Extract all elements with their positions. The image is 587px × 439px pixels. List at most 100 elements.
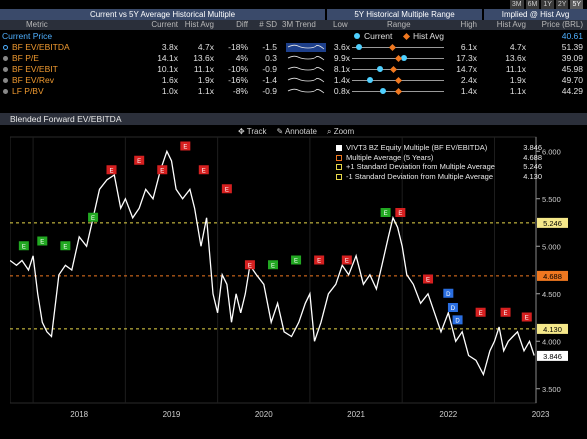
row-radio-icon[interactable] (3, 56, 8, 61)
range-button-6m[interactable]: 6M (525, 0, 540, 9)
earnings-marker-label: E (110, 168, 114, 174)
group-header-hist-range: 5Y Historical Multiple Range (327, 9, 482, 20)
cell-high: 14.7x (456, 64, 477, 74)
legend-item[interactable]: Multiple Average (5 Years) 4.688 (336, 153, 542, 163)
legend-item[interactable]: VIVT3 BZ Equity Multiple (BF EV/EBITDA) 3… (336, 143, 542, 153)
earnings-marker-label: E (479, 311, 483, 317)
legend-swatch (336, 164, 342, 170)
cell-low: 9.9x (333, 53, 350, 63)
annotate-button[interactable]: ✎ Annotate (276, 127, 317, 137)
col-low[interactable]: Low (333, 20, 348, 31)
trend-sparkline (286, 76, 326, 85)
table-row[interactable]: BF EV/EBITDA 3.8x 4.7x -18% -1.5 3.6x 6.1x 4.7x… (0, 42, 587, 53)
range-button-5y[interactable]: 5Y (570, 0, 583, 9)
legend-value: 4.688 (523, 152, 542, 162)
cell-price: 45.98 (561, 64, 583, 74)
legend-swatch (336, 173, 342, 180)
legend-label: +1 Standard Deviation from Multiple Aver… (346, 162, 495, 171)
trend-sparkline (286, 87, 326, 96)
cell-price: 49.70 (561, 75, 583, 85)
multiples-table: Current vs 5Y Average Historical Multipl… (0, 9, 587, 104)
y-tick-label: 6.000 (542, 147, 561, 156)
cell-sd: -1.4 (262, 75, 277, 85)
cell-high: 2.4x (460, 75, 477, 85)
track-label: Track (246, 127, 267, 136)
cell-current: 1.6x (161, 75, 178, 85)
range-current-marker (379, 88, 386, 94)
cell-implied: 13.6x (505, 53, 526, 63)
y-tick-label: 3.500 (542, 385, 561, 394)
table-row[interactable]: BF EV/Rev 1.6x 1.9x -16% -1.4 1.4x 2.4x 1.9x 49.… (0, 75, 587, 86)
trend-sparkline (286, 65, 326, 74)
y-tick-label: 5.500 (542, 195, 561, 204)
row-radio-icon[interactable] (3, 78, 8, 83)
cell-current: 10.1x (157, 64, 178, 74)
group-header-current-vs-avg: Current vs 5Y Average Historical Multipl… (0, 9, 325, 20)
value-tag-label: 4.688 (543, 272, 562, 281)
cell-hist-avg: 4.7x (197, 42, 214, 52)
cell-low: 3.6x (333, 42, 350, 52)
column-header-row: Metric Current Hist Avg Diff # SD 3M Tre… (0, 20, 587, 30)
cell-sd: -0.9 (262, 86, 277, 96)
table-row[interactable]: BF EV/EBIT 10.1x 11.1x -10% -0.9 8.1x 14.7x 11.… (0, 64, 587, 75)
zoom-label: Zoom (333, 127, 355, 136)
range-hist-avg-marker (394, 87, 402, 95)
legend-value: 3.846 (523, 143, 542, 152)
cell-hist-avg: 11.1x (193, 64, 214, 74)
annotate-label: Annotate (284, 127, 317, 136)
earnings-marker-label: E (271, 263, 275, 269)
range-hist-avg-marker (390, 65, 398, 73)
col-hist-avg[interactable]: Hist Avg (180, 20, 214, 31)
earnings-marker-label: E (202, 168, 206, 174)
range-current-marker (356, 44, 363, 50)
cell-low: 1.4x (333, 75, 350, 85)
range-button-3m[interactable]: 3M (509, 0, 524, 9)
col-high[interactable]: High (445, 20, 477, 31)
table-row[interactable]: BF P/E 14.1x 13.6x 4% 0.3 9.9x 17.3x 13.6x 39.09 (0, 53, 587, 64)
range-button-1y[interactable]: 1Y (541, 0, 554, 9)
col-trend[interactable]: 3M Trend (282, 20, 316, 31)
trend-sparkline (286, 43, 326, 52)
earnings-marker-label: D (451, 306, 456, 312)
earnings-marker-label: E (294, 259, 298, 265)
cell-current: 3.8x (161, 42, 178, 52)
cell-low: 0.8x (333, 86, 350, 96)
metric-label: BF EV/EBITDA (12, 42, 70, 52)
legend-label: Multiple Average (5 Years) (346, 152, 434, 162)
cell-current: 14.1x (157, 53, 178, 63)
current-price-row: Current Price Current Hist Avg 40.61 (0, 31, 587, 42)
track-button[interactable]: ✥ Track (238, 127, 266, 137)
legend-label: VIVT3 BZ Equity Multiple (BF EV/EBITDA) (346, 143, 488, 152)
y-tick-label: 5.000 (542, 242, 561, 251)
col-sd[interactable]: # SD (252, 20, 277, 31)
chart-title: Blended Forward EV/EBITDA (0, 113, 587, 125)
row-radio-icon[interactable] (3, 45, 8, 50)
earnings-marker-label: D (455, 318, 460, 324)
table-row[interactable]: LF P/BV 1.0x 1.1x -8% -0.9 0.8x 1.4x 1.1x 44.29 (0, 86, 587, 97)
col-diff[interactable]: Diff (220, 20, 248, 31)
cell-low: 8.1x (333, 64, 350, 74)
earnings-marker-label: E (22, 244, 26, 250)
col-current[interactable]: Current (140, 20, 178, 31)
row-radio-icon[interactable] (3, 67, 8, 72)
legend-swatch (336, 145, 342, 151)
range-current-marker (367, 77, 374, 83)
metric-label: BF EV/EBIT (12, 64, 58, 74)
value-tag-label: 4.130 (543, 325, 562, 334)
col-price[interactable]: Price (BRL) (528, 20, 583, 31)
zoom-button[interactable]: ⌕ Zoom (327, 127, 354, 137)
range-button-2y[interactable]: 2Y (555, 0, 569, 9)
col-metric[interactable]: Metric (26, 20, 48, 31)
cell-current: 1.0x (161, 86, 178, 96)
cell-price: 51.39 (561, 42, 583, 52)
col-implied-hist-avg[interactable]: Hist Avg (482, 20, 526, 31)
row-radio-icon[interactable] (3, 89, 8, 94)
legend-value: 5.246 (523, 162, 542, 171)
range-hist-avg-marker (394, 76, 402, 84)
col-range[interactable]: Range (387, 20, 411, 31)
legend-swatch (336, 154, 342, 161)
current-price-label: Current Price (2, 31, 53, 41)
earnings-marker-label: E (398, 211, 402, 217)
legend-item[interactable]: +1 Standard Deviation from Multiple Aver… (336, 162, 542, 172)
legend-item[interactable]: -1 Standard Deviation from Multiple Aver… (336, 172, 542, 182)
